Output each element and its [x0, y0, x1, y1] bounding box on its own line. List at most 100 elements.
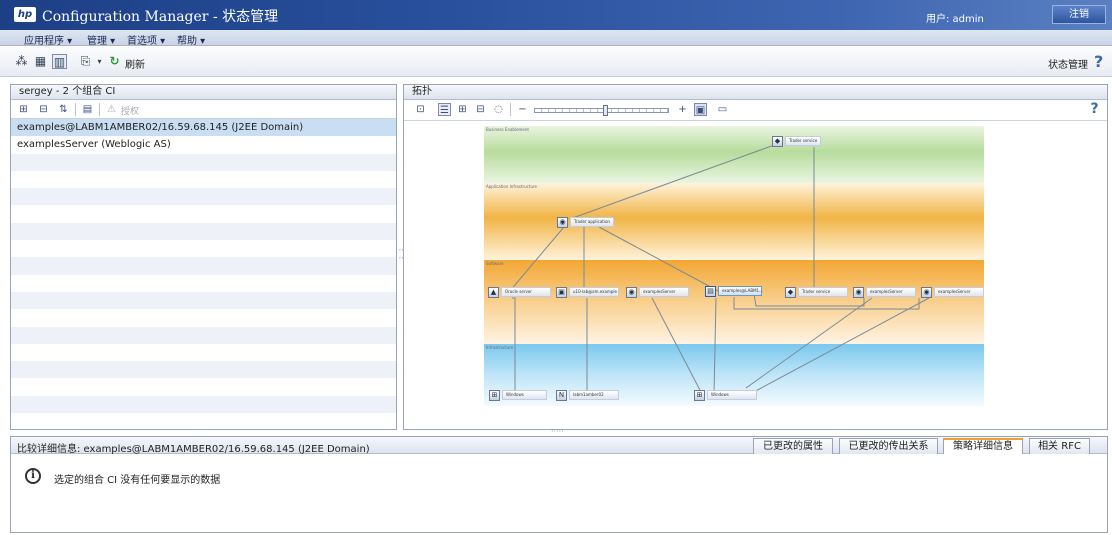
- composite-ci-panel: sergey - 2 个组合 CI ⊞ ⊟ ⇅ ▤ ⚠ 授权 examples@…: [10, 84, 397, 430]
- expand-icon[interactable]: ⊞: [17, 103, 30, 116]
- horizontal-splitter-handle[interactable]: ·····: [551, 427, 564, 436]
- table-view-icon[interactable]: ▦: [33, 54, 48, 69]
- new-window-icon[interactable]: ▭: [716, 103, 729, 116]
- empty-row: [11, 205, 396, 222]
- menu-manage[interactable]: 管理 ▾: [87, 32, 115, 47]
- empty-row: [11, 309, 396, 326]
- topology-toolbar: ⊡ ☰ ⊞ ⊟ ◌ − + ▣ ▭ ?: [404, 100, 1107, 121]
- chevron-down-icon[interactable]: ▾: [92, 54, 107, 69]
- empty-row: [11, 275, 396, 292]
- zoom-out-icon[interactable]: −: [516, 103, 529, 116]
- empty-row: [11, 291, 396, 310]
- hp-logo: hp: [14, 7, 36, 22]
- help-icon[interactable]: ?: [1088, 102, 1101, 116]
- hierarchical-layout-icon[interactable]: ☰: [438, 103, 451, 116]
- topology-node[interactable]: ⊞ Windows: [694, 389, 757, 401]
- menu-bar: 应用程序 ▾ 管理 ▾ 首选项 ▾ 帮助 ▾: [0, 30, 1112, 47]
- fit-view-icon[interactable]: ⊡: [414, 103, 427, 116]
- topology-node[interactable]: Nlabm1amber02: [556, 389, 619, 401]
- zoom-slider-thumb[interactable]: [602, 105, 608, 116]
- grid-layout-icon[interactable]: ⊟: [474, 103, 487, 116]
- authorize-icon: ⚠: [107, 104, 116, 115]
- ci-list-toolbar: ⊞ ⊟ ⇅ ▤ ⚠ 授权: [11, 100, 396, 119]
- circular-layout-icon[interactable]: ◌: [492, 103, 505, 116]
- server-icon: ▣: [556, 286, 567, 298]
- properties-icon[interactable]: ▤: [81, 103, 94, 116]
- title-bar: hp Configuration Manager - 状态管理 用户: admi…: [0, 0, 1112, 30]
- comparison-details-panel: 比较详细信息: examples@LABM1AMBER02/16.59.68.1…: [10, 436, 1108, 533]
- service-icon: ◆: [772, 135, 783, 147]
- topology-node-selected[interactable]: ▤ examples@LABM1...: [705, 285, 763, 297]
- empty-row: [11, 222, 396, 241]
- toolbar-divider: [510, 103, 511, 116]
- topology-node[interactable]: ◉ examplesServer: [921, 286, 984, 298]
- topology-panel: 拓扑 ⊡ ☰ ⊞ ⊟ ◌ − + ▣ ▭ ? Business Enableme…: [403, 84, 1108, 430]
- list-item[interactable]: examples@LABM1AMBER02/16.59.68.145 (J2EE…: [11, 119, 396, 137]
- topology-node[interactable]: ▲ Oracle server: [488, 286, 551, 298]
- application-server-icon: ◉: [853, 286, 864, 298]
- topology-node[interactable]: ◉ examplesServer: [626, 286, 689, 298]
- authorize-button: 授权: [121, 107, 140, 117]
- panel-title: sergey - 2 个组合 CI: [11, 85, 396, 100]
- topology-node[interactable]: ◉ Trader application: [557, 216, 614, 228]
- empty-row: [11, 344, 396, 361]
- empty-row: [11, 326, 396, 344]
- tab-changed-outgoing-relations[interactable]: 已更改的传出关系: [839, 438, 938, 454]
- state-management-label: 状态管理: [1048, 60, 1088, 71]
- collapse-icon[interactable]: ⊟: [37, 103, 50, 116]
- empty-row: [11, 171, 396, 188]
- tab-policy-details[interactable]: 策略详细信息: [943, 438, 1023, 454]
- refresh-icon[interactable]: ↻: [107, 54, 122, 69]
- topology-map[interactable]: Business Enablement Application Infrastr…: [484, 126, 984, 406]
- network-icon: N: [556, 389, 567, 401]
- menu-help[interactable]: 帮助 ▾: [177, 32, 205, 47]
- empty-row: [11, 395, 396, 414]
- logout-button[interactable]: 注销: [1052, 5, 1106, 24]
- tree-layout-icon[interactable]: ⊞: [456, 103, 469, 116]
- details-title: 比较详细信息: examples@LABM1AMBER02/16.59.68.1…: [17, 444, 370, 455]
- application-icon: ◉: [557, 216, 568, 228]
- app-title: Configuration Manager - 状态管理: [42, 9, 279, 25]
- empty-row: [11, 188, 396, 206]
- application-server-icon: ◉: [626, 286, 637, 298]
- topology-links: [508, 143, 930, 395]
- user-label: 用户: admin: [926, 14, 984, 25]
- details-header: 比较详细信息: examples@LABM1AMBER02/16.59.68.1…: [11, 437, 1107, 455]
- windows-icon: ⊞: [489, 389, 500, 401]
- windows-icon: ⊞: [694, 389, 705, 401]
- overview-icon[interactable]: ▣: [694, 103, 707, 116]
- empty-message: 选定的组合 CI 没有任何要显示的数据: [54, 475, 221, 486]
- export-icon[interactable]: ⎘: [78, 54, 93, 69]
- tab-related-rfc[interactable]: 相关 RFC: [1029, 438, 1090, 454]
- zoom-slider[interactable]: [534, 105, 669, 116]
- database-icon: ▲: [488, 286, 499, 298]
- empty-row: [11, 240, 396, 257]
- empty-row: [11, 153, 396, 171]
- empty-row: [11, 361, 396, 379]
- zoom-in-icon[interactable]: +: [676, 103, 689, 116]
- panel-title: 拓扑: [404, 85, 1107, 100]
- sort-icon[interactable]: ⇅: [57, 103, 70, 116]
- toolbar-divider: [99, 103, 100, 116]
- menu-applications[interactable]: 应用程序 ▾: [24, 32, 72, 47]
- refresh-button[interactable]: 刷新: [125, 56, 145, 71]
- domain-icon: ▤: [705, 285, 716, 297]
- application-server-icon: ◉: [921, 286, 932, 298]
- main-toolbar: ⁂ ▦ ▥ ⎘ ▾ ↻ 刷新 状态管理 ?: [0, 47, 1112, 77]
- help-icon[interactable]: ?: [1094, 52, 1103, 71]
- menu-preferences[interactable]: 首选项 ▾: [127, 32, 165, 47]
- ci-list: examples@LABM1AMBER02/16.59.68.145 (J2EE…: [11, 119, 396, 414]
- info-icon: i: [25, 468, 41, 484]
- topology-node[interactable]: ◉ examplesServer: [853, 286, 916, 298]
- topology-node[interactable]: ⊞ Windows: [489, 389, 547, 401]
- topology-node[interactable]: ◆ Trader service: [785, 286, 848, 298]
- empty-row: [11, 378, 396, 395]
- chart-view-icon[interactable]: ▥: [52, 54, 67, 69]
- topology-view-icon[interactable]: ⁂: [14, 54, 29, 69]
- tab-changed-attributes[interactable]: 已更改的属性: [753, 438, 833, 454]
- topology-node[interactable]: ◆ Trader service: [772, 135, 822, 147]
- topology-node[interactable]: ▣ u10-lab@am.example: [556, 286, 619, 298]
- service-icon: ◆: [785, 286, 796, 298]
- empty-row: [11, 257, 396, 275]
- list-item[interactable]: examplesServer (Weblogic AS): [11, 136, 396, 153]
